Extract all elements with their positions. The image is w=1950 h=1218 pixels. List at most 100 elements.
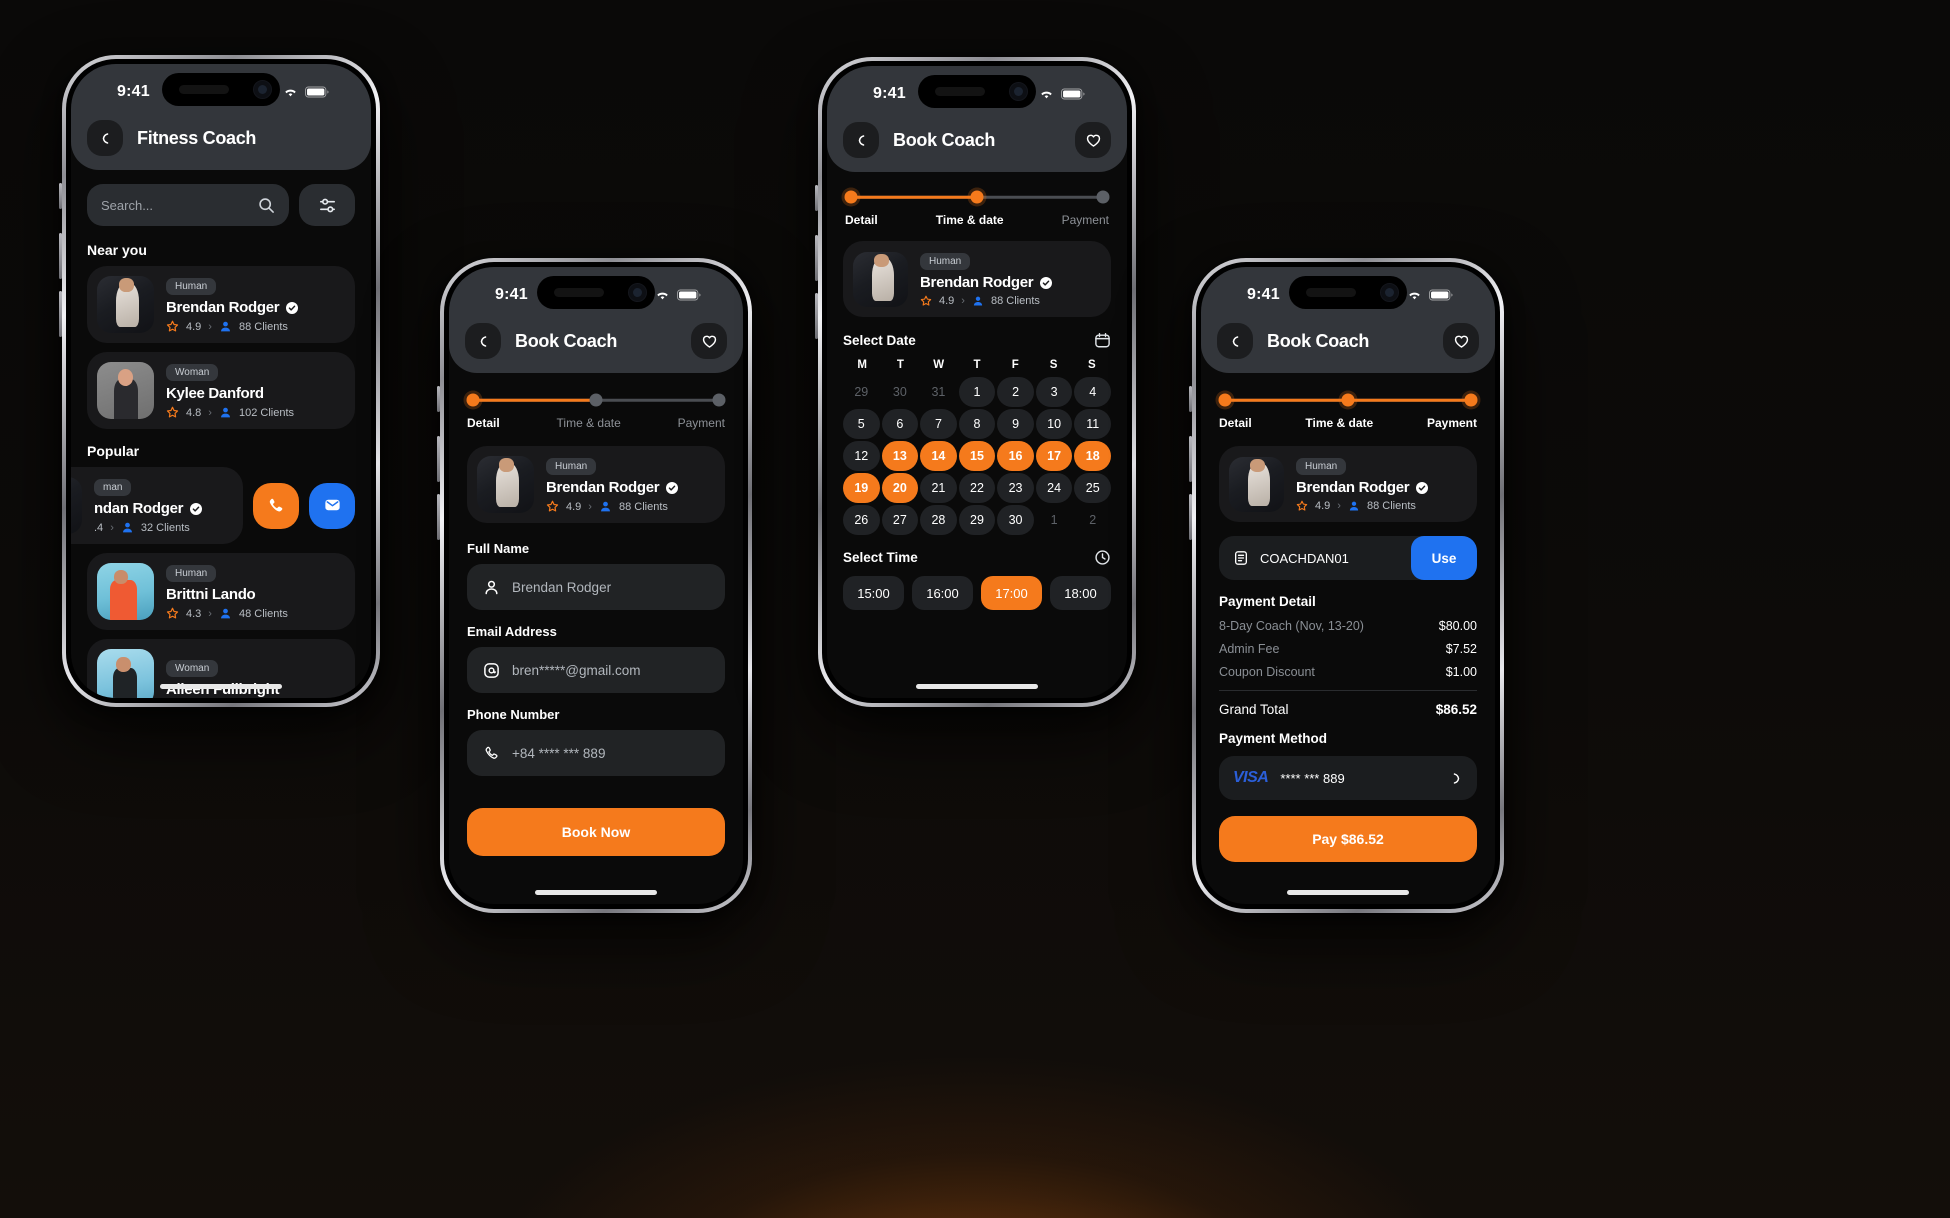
coach-rating: .4 [94, 521, 104, 534]
email-value: bren*****@gmail.com [512, 662, 641, 678]
calendar-day[interactable]: 24 [1035, 473, 1073, 503]
coach-card-aileen[interactable]: Woman Aileen Fullbright [87, 639, 355, 698]
calendar-day[interactable]: 1 [958, 377, 996, 407]
calendar-day[interactable]: 4 [1074, 377, 1111, 407]
coach-tag: Human [1296, 458, 1347, 475]
coach-summary-card-2[interactable]: Human Brendan Rodger 4.9 › 88 Clients [467, 446, 725, 523]
back-button-4[interactable] [1217, 323, 1253, 359]
time-slot-1700[interactable]: 17:00 [981, 576, 1042, 610]
calendar-day[interactable]: 29 [843, 377, 880, 407]
chevron-left-icon [102, 132, 108, 144]
calendar-day[interactable]: 1 [1036, 505, 1073, 535]
back-button-2[interactable] [465, 323, 501, 359]
step-label-detail[interactable]: Detail [467, 416, 500, 430]
favorite-button-3[interactable] [1075, 122, 1111, 158]
calendar-day[interactable]: 6 [881, 409, 919, 439]
calendar-day[interactable]: 15 [958, 441, 996, 471]
chevron-right-icon [1453, 772, 1460, 784]
step-dot-time-date[interactable] [589, 393, 603, 407]
calendar-day[interactable]: 12 [843, 441, 880, 471]
page-title-2: Book Coach [515, 330, 618, 351]
dow-label: T [973, 359, 981, 371]
coach-card-popular-swiped[interactable]: man ndan Rodger .4 › 32 Clients [71, 467, 243, 544]
use-coupon-button[interactable]: Use [1411, 536, 1477, 580]
favorite-button-4[interactable] [1443, 323, 1479, 359]
step-dot-time-date[interactable] [970, 190, 984, 204]
calendar-day[interactable]: 10 [1035, 409, 1073, 439]
coach-card-brittni[interactable]: Human Brittni Lando 4.3 › 48 Clients [87, 553, 355, 630]
coupon-row[interactable]: COACHDAN01 Use [1219, 536, 1477, 580]
coach-summary-card-4[interactable]: Human Brendan Rodger 4.9 › 88 Clients [1219, 446, 1477, 522]
coach-card-kylee[interactable]: Woman Kylee Danford 4.8 › 102 Clients [87, 352, 355, 429]
payment-card-row[interactable]: VISA **** *** 889 [1219, 756, 1477, 800]
step-label-detail[interactable]: Detail [845, 213, 878, 227]
calendar-day[interactable]: 2 [997, 377, 1034, 407]
step-dot-payment[interactable] [712, 393, 726, 407]
call-action-button[interactable] [253, 482, 299, 529]
step-label-payment[interactable]: Payment [1062, 213, 1109, 227]
calendar-day[interactable]: 22 [958, 473, 996, 503]
calendar-icon[interactable] [1094, 332, 1111, 349]
step-label-payment[interactable]: Payment [678, 416, 725, 430]
coach-photo [71, 477, 82, 534]
step-dot-payment[interactable] [1464, 393, 1478, 407]
calendar-day[interactable]: 23 [997, 473, 1034, 503]
payment-divider [1219, 690, 1477, 691]
time-slot-1600[interactable]: 16:00 [912, 576, 973, 610]
step-dot-detail[interactable] [466, 393, 480, 407]
back-button-1[interactable] [87, 120, 123, 156]
calendar-day[interactable]: 8 [958, 409, 996, 439]
calendar-day[interactable]: 31 [920, 377, 957, 407]
calendar-day[interactable]: 29 [958, 505, 996, 535]
calendar-day[interactable]: 2 [1074, 505, 1111, 535]
coach-tag: Human [166, 278, 217, 295]
step-label-time-date[interactable]: Time & date [1305, 416, 1373, 430]
calendar-day[interactable]: 25 [1074, 473, 1111, 503]
message-action-button[interactable] [309, 482, 355, 529]
book-now-button[interactable]: Book Now [467, 808, 725, 856]
calendar-day[interactable]: 30 [997, 505, 1034, 535]
calendar-day[interactable]: 7 [920, 409, 957, 439]
clock-icon[interactable] [1094, 549, 1111, 566]
calendar-day[interactable]: 30 [882, 377, 919, 407]
clients-person-icon [221, 608, 230, 619]
coupon-input[interactable]: COACHDAN01 [1219, 550, 1411, 566]
calendar-day[interactable]: 17 [1035, 441, 1073, 471]
filter-button[interactable] [299, 184, 355, 226]
calendar-day[interactable]: 16 [997, 441, 1034, 471]
calendar-day[interactable]: 19 [843, 473, 880, 503]
calendar-day[interactable]: 20 [881, 473, 919, 503]
calendar-day[interactable]: 3 [1035, 377, 1073, 407]
calendar-day[interactable]: 18 [1074, 441, 1111, 471]
phone-input[interactable]: +84 **** *** 889 [467, 730, 725, 776]
calendar-day[interactable]: 27 [881, 505, 919, 535]
step-label-detail[interactable]: Detail [1219, 416, 1252, 430]
calendar-day[interactable]: 28 [920, 505, 957, 535]
coach-summary-card-3[interactable]: Human Brendan Rodger 4.9 › 88 Clients [843, 241, 1111, 317]
coach-card-brendan[interactable]: Human Brendan Rodger 4.9 › 88 Clients [87, 266, 355, 343]
favorite-button-2[interactable] [691, 323, 727, 359]
calendar-day[interactable]: 5 [843, 409, 880, 439]
step-dot-detail[interactable] [1218, 393, 1232, 407]
calendar-day[interactable]: 9 [997, 409, 1034, 439]
step-dot-detail[interactable] [844, 190, 858, 204]
full-name-input[interactable]: Brendan Rodger [467, 564, 725, 610]
calendar-day[interactable]: 13 [881, 441, 919, 471]
email-input[interactable]: bren*****@gmail.com [467, 647, 725, 693]
time-slot-1500[interactable]: 15:00 [843, 576, 904, 610]
full-name-value: Brendan Rodger [512, 579, 612, 595]
time-slot-1800[interactable]: 18:00 [1050, 576, 1111, 610]
calendar-day[interactable]: 11 [1074, 409, 1111, 439]
step-label-payment[interactable]: Payment [1427, 416, 1477, 430]
step-dot-payment[interactable] [1096, 190, 1110, 204]
pay-button[interactable]: Pay $86.52 [1219, 816, 1477, 862]
step-label-time-date[interactable]: Time & date [557, 416, 621, 430]
search-input[interactable]: Search... [87, 184, 289, 226]
step-label-time-date[interactable]: Time & date [936, 213, 1004, 227]
calendar-day[interactable]: 26 [843, 505, 880, 535]
calendar-day[interactable]: 14 [920, 441, 957, 471]
step-dot-time-date[interactable] [1341, 393, 1355, 407]
calendar-day[interactable]: 21 [920, 473, 957, 503]
back-button-3[interactable] [843, 122, 879, 158]
coach-photo [97, 362, 154, 419]
